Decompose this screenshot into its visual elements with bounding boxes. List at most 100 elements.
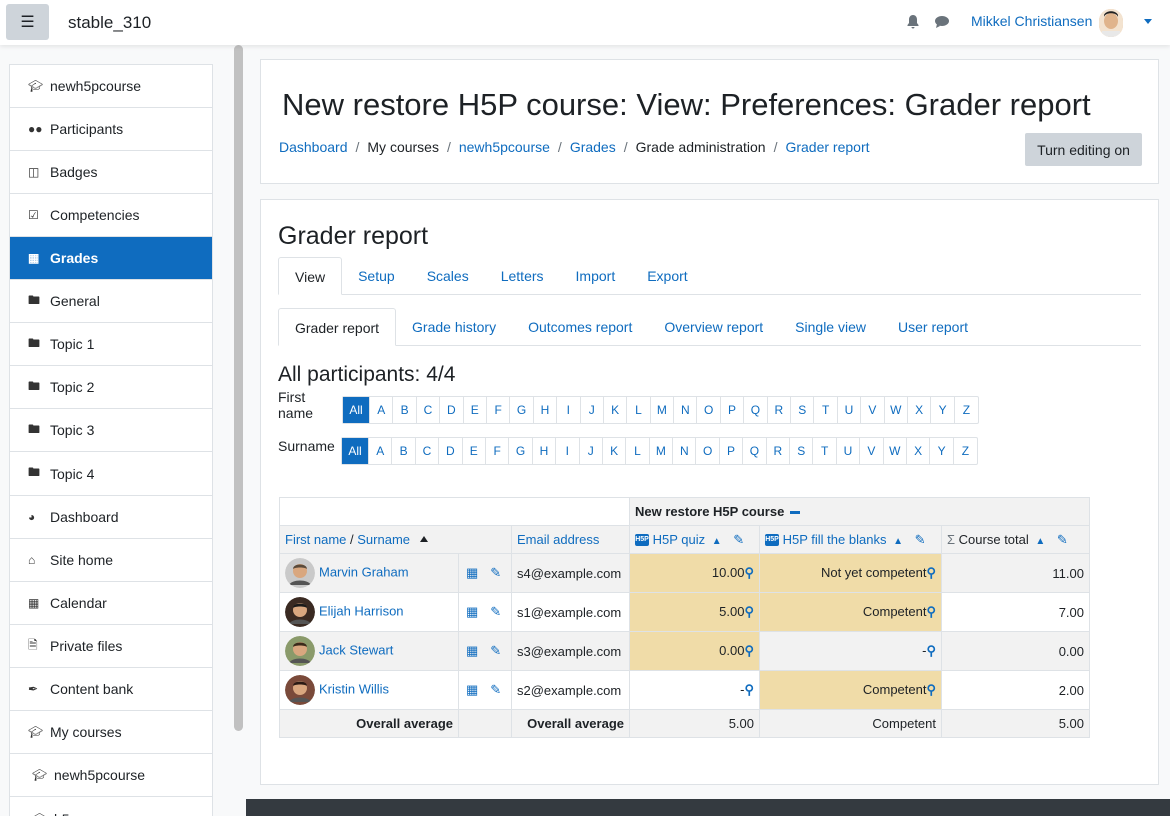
initial-e[interactable]: E (463, 438, 486, 464)
initial-l[interactable]: L (627, 397, 651, 423)
tab-grader-report[interactable]: Grader report (278, 308, 397, 346)
user-name[interactable]: Mikkel Christiansen (971, 13, 1092, 29)
initial-r[interactable]: R (767, 438, 791, 464)
collapse-icon[interactable] (789, 511, 800, 515)
nav-item-private-files[interactable]: 🗎︎ Private files (10, 625, 212, 668)
initial-f[interactable]: F (486, 438, 510, 464)
menu-toggle-button[interactable]: ☰ (6, 4, 49, 40)
turn-editing-on-button[interactable]: Turn editing on (1025, 133, 1142, 166)
initial-w[interactable]: W (885, 397, 908, 423)
nav-item-general[interactable]: 🖿︎ General (10, 280, 212, 323)
nav-item-topic-1[interactable]: 🖿︎ Topic 1 (10, 323, 212, 366)
breadcrumb-item[interactable]: Dashboard (279, 139, 348, 155)
initial-q[interactable]: Q (744, 397, 768, 423)
initial-y[interactable]: Y (931, 397, 955, 423)
sort-icon[interactable]: ▲︎ (893, 536, 903, 547)
initial-i[interactable]: I (556, 438, 580, 464)
initial-w[interactable]: W (884, 438, 907, 464)
initial-h[interactable]: H (534, 397, 558, 423)
avatar[interactable] (285, 597, 315, 627)
sort-first-name-link[interactable]: First name (285, 532, 346, 547)
fill-grade-cell[interactable]: Competent⚲︎ (759, 670, 942, 710)
quiz-grade-cell[interactable]: 10.00⚲︎ (629, 553, 760, 593)
fill-grade-cell[interactable]: Not yet competent⚲︎ (759, 553, 942, 593)
zoom-icon[interactable]: ⚲︎ (744, 604, 754, 619)
initial-o[interactable]: O (696, 438, 720, 464)
initial-z[interactable]: Z (955, 397, 978, 423)
initial-b[interactable]: B (392, 438, 416, 464)
zoom-icon[interactable]: ⚲︎ (744, 565, 754, 580)
initial-z[interactable]: Z (954, 438, 977, 464)
initial-all[interactable]: All (342, 438, 369, 464)
zoom-icon[interactable]: ⚲︎ (744, 643, 754, 658)
zoom-icon[interactable]: ⚲︎ (744, 682, 754, 697)
initial-h[interactable]: H (533, 438, 557, 464)
tab-single-view[interactable]: Single view (779, 308, 882, 346)
tab-export[interactable]: Export (631, 257, 703, 295)
initial-k[interactable]: K (604, 397, 628, 423)
quiz-grade-cell[interactable]: 5.00⚲︎ (629, 592, 760, 632)
edit-pencil-icon[interactable]: ✎ (733, 532, 744, 547)
student-name-link[interactable]: Kristin Willis (319, 681, 389, 696)
initial-x[interactable]: X (907, 438, 931, 464)
initial-u[interactable]: U (837, 438, 861, 464)
initial-c[interactable]: C (417, 397, 441, 423)
avatar[interactable] (285, 636, 315, 666)
grade-table-icon[interactable]: ▦ (466, 565, 478, 580)
user-avatar[interactable] (1099, 9, 1123, 37)
nav-item-badges[interactable]: ◫ Badges (10, 151, 212, 194)
nav-item-my-courses[interactable]: 🎓︎ My courses (10, 711, 212, 754)
chat-icon[interactable] (934, 15, 950, 29)
initial-g[interactable]: G (509, 438, 533, 464)
quiz-grade-cell[interactable]: -⚲︎ (629, 670, 760, 710)
sort-surname-link[interactable]: Surname (357, 532, 410, 547)
nav-item-topic-2[interactable]: 🖿︎ Topic 2 (10, 366, 212, 409)
user-menu-caret-icon[interactable] (1144, 19, 1152, 24)
nav-item-grades[interactable]: ▦ Grades (10, 237, 212, 280)
avatar[interactable] (285, 675, 315, 705)
edit-pencil-icon[interactable]: ✎ (490, 604, 501, 619)
initial-d[interactable]: D (440, 397, 464, 423)
tab-scales[interactable]: Scales (411, 257, 485, 295)
initial-t[interactable]: T (813, 438, 837, 464)
nav-item-dashboard[interactable]: ◕ Dashboard (10, 496, 212, 539)
nav-item-h5pcourse[interactable]: 🎓︎h5pcourse (10, 797, 212, 816)
nav-item-newh5pcourse[interactable]: 🎓︎ newh5pcourse (10, 65, 212, 108)
zoom-icon[interactable]: ⚲︎ (926, 565, 936, 580)
initial-m[interactable]: M (651, 397, 675, 423)
initial-all[interactable]: All (343, 397, 370, 423)
tab-grade-history[interactable]: Grade history (396, 308, 512, 346)
initial-p[interactable]: P (720, 438, 744, 464)
tab-setup[interactable]: Setup (342, 257, 411, 295)
zoom-icon[interactable]: ⚲︎ (926, 643, 936, 658)
initial-d[interactable]: D (439, 438, 463, 464)
initial-y[interactable]: Y (930, 438, 954, 464)
initial-m[interactable]: M (650, 438, 674, 464)
initial-k[interactable]: K (603, 438, 627, 464)
initial-v[interactable]: V (860, 438, 884, 464)
breadcrumb-item[interactable]: newh5pcourse (459, 139, 550, 155)
nav-item-participants[interactable]: ●● Participants (10, 108, 212, 151)
edit-pencil-icon[interactable]: ✎ (915, 532, 926, 547)
initial-o[interactable]: O (697, 397, 721, 423)
student-name-link[interactable]: Jack Stewart (319, 642, 393, 657)
tab-letters[interactable]: Letters (485, 257, 560, 295)
grade-table-icon[interactable]: ▦ (466, 604, 478, 619)
initial-j[interactable]: J (580, 438, 603, 464)
quiz-item-link[interactable]: H5P quiz (653, 532, 706, 547)
tab-view[interactable]: View (278, 257, 343, 295)
edit-pencil-icon[interactable]: ✎ (490, 682, 501, 697)
breadcrumb-item[interactable]: Grader report (785, 139, 869, 155)
initial-i[interactable]: I (557, 397, 581, 423)
quiz-grade-cell[interactable]: 0.00⚲︎ (629, 631, 760, 671)
initial-u[interactable]: U (838, 397, 862, 423)
sort-icon[interactable]: ▲︎ (712, 536, 722, 547)
initial-n[interactable]: N (674, 397, 698, 423)
initial-j[interactable]: J (581, 397, 604, 423)
nav-item-content-bank[interactable]: ✒ Content bank (10, 668, 212, 711)
initial-p[interactable]: P (721, 397, 745, 423)
initial-s[interactable]: S (790, 438, 814, 464)
initial-a[interactable]: A (369, 438, 393, 464)
site-name[interactable]: stable_310 (68, 13, 151, 33)
tab-outcomes-report[interactable]: Outcomes report (512, 308, 648, 346)
